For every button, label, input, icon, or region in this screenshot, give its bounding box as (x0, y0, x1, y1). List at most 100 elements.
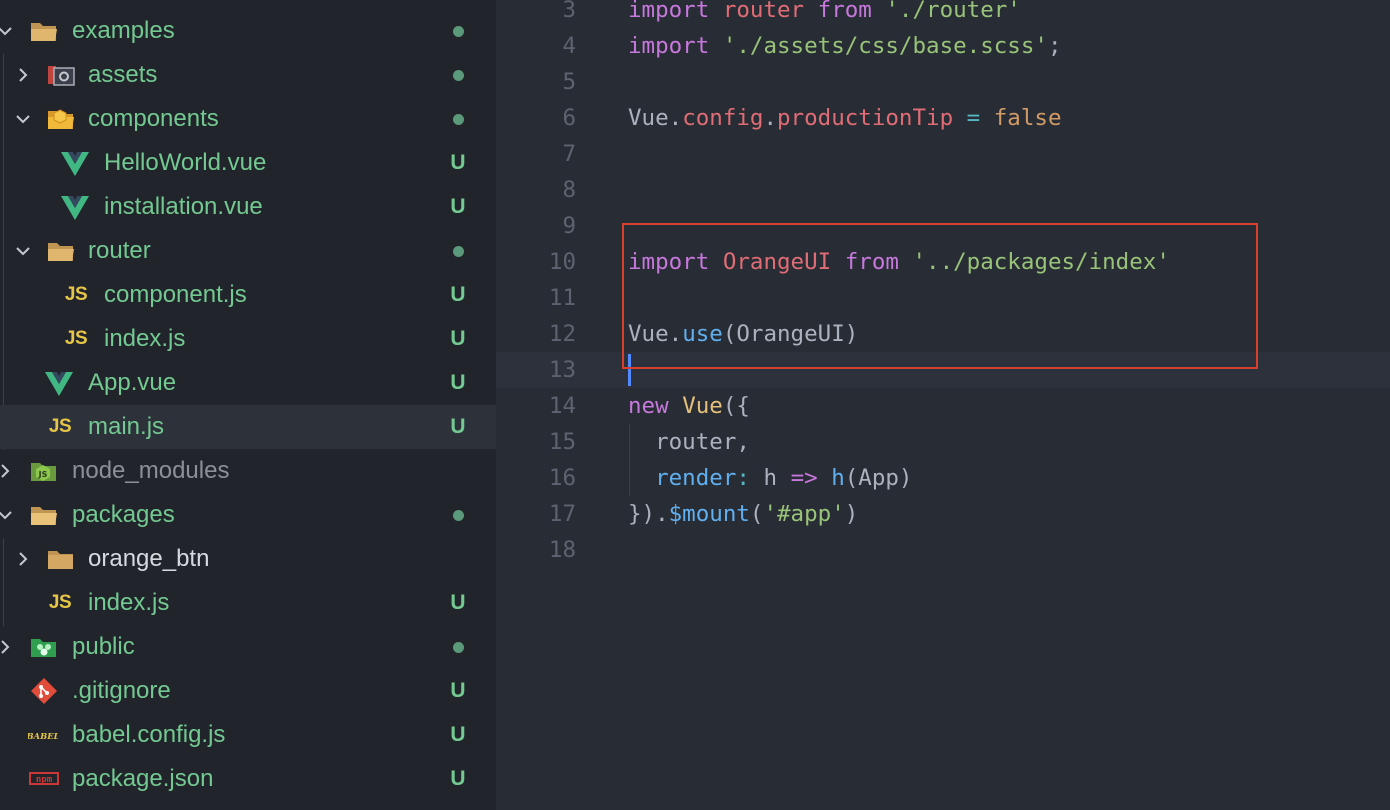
tree-file-main-js[interactable]: JS main.js U (0, 405, 496, 449)
code-text: }).$mount('#app') (628, 496, 858, 532)
tree-item-label: component.js (104, 281, 247, 308)
code-token: import (628, 0, 723, 23)
tree-folder-orange-btn[interactable]: orange_btn (0, 537, 496, 581)
code-token: import (628, 33, 723, 59)
code-token: './assets/css/base.scss' (722, 33, 1048, 59)
tree-folder-components[interactable]: components (0, 97, 496, 141)
code-token: : (736, 465, 764, 491)
code-token: from (817, 0, 886, 23)
tree-item-label: installation.vue (104, 193, 263, 220)
line-number: 12 (548, 321, 576, 347)
code-line[interactable]: 6 Vue.config.productionTip = false (496, 100, 1390, 136)
tree-file-package-json[interactable]: npm package.json U (0, 757, 496, 801)
code-line[interactable]: 8 (496, 172, 1390, 208)
line-number: 11 (548, 285, 576, 311)
tree-item-label: index.js (88, 589, 170, 616)
tree-file-gitignore[interactable]: .gitignore U (0, 669, 496, 713)
code-token: => (790, 465, 832, 491)
tree-file-helloworld-vue[interactable]: HelloWorld.vue U (0, 141, 496, 185)
tree-item-label: babel.config.js (72, 721, 226, 748)
code-text: new Vue({ (628, 388, 750, 424)
tree-folder-assets[interactable]: assets (0, 53, 496, 97)
untracked-badge: U (450, 151, 466, 174)
vue-icon (60, 148, 90, 178)
code-text: render: h => h(App) (628, 460, 912, 496)
tree-file-index-js[interactable]: JS index.js U (0, 317, 496, 361)
chevron-down-icon (0, 506, 14, 524)
line-number: 16 (548, 465, 576, 491)
javascript-icon: JS (48, 592, 72, 613)
file-explorer: examples assets components HelloWorld.vu… (0, 0, 496, 810)
modified-indicator (448, 9, 468, 53)
git-icon (29, 676, 59, 706)
tree-folder-node-modules[interactable]: JS node_modules (0, 449, 496, 493)
tree-file-installation-vue[interactable]: installation.vue U (0, 185, 496, 229)
tree-item-label: orange_btn (88, 545, 210, 572)
code-line[interactable]: 14 new Vue({ (496, 388, 1390, 424)
code-text: Vue.config.productionTip = false (628, 100, 1062, 136)
code-line[interactable]: 17 }).$mount('#app') (496, 496, 1390, 532)
code-token: config (682, 105, 764, 131)
code-token: . (763, 105, 778, 131)
annotation-highlight-box (622, 223, 1258, 369)
code-text: import router from './router' (628, 0, 1021, 28)
tree-item-label: packages (72, 501, 175, 528)
tree-file-babel-config-js[interactable]: BABEL babel.config.js U (0, 713, 496, 757)
code-token: h (831, 465, 845, 491)
code-token: = (966, 105, 994, 131)
line-number: 4 (562, 33, 576, 59)
chevron-down-icon (0, 22, 14, 40)
code-line[interactable]: 16 render: h => h(App) (496, 460, 1390, 496)
tree-item-label: App.vue (88, 369, 177, 396)
javascript-icon: JS (64, 328, 88, 349)
tree-folder-router[interactable]: router (0, 229, 496, 273)
line-number: 9 (562, 213, 576, 239)
untracked-badge: U (450, 767, 466, 790)
folder-open-icon (29, 16, 59, 46)
folder-components-icon (46, 104, 76, 134)
code-line[interactable]: 18 (496, 532, 1390, 568)
tree-file-packages-index-js[interactable]: JS index.js U (0, 581, 496, 625)
code-token: }). (628, 501, 669, 527)
tree-item-label: node_modules (72, 457, 230, 484)
code-token: ; (1047, 33, 1062, 59)
code-line[interactable]: 7 (496, 136, 1390, 172)
code-line[interactable]: 4 import './assets/css/base.scss'; (496, 28, 1390, 64)
svg-text:BABEL: BABEL (28, 731, 58, 741)
tree-item-label: examples (72, 17, 175, 44)
tree-item-label: .gitignore (72, 677, 171, 704)
chevron-right-icon (14, 66, 32, 84)
chevron-right-icon (0, 638, 14, 656)
vue-icon (44, 368, 74, 398)
untracked-badge: U (450, 679, 466, 702)
tree-folder-public[interactable]: public (0, 625, 496, 669)
modified-indicator (448, 625, 468, 669)
code-line[interactable]: 15 router, (496, 424, 1390, 460)
code-token: ( (749, 501, 764, 527)
code-editor[interactable]: 3 import router from './router' 4 import '.… (496, 0, 1390, 810)
line-number: 7 (562, 141, 576, 167)
tree-folder-examples[interactable]: examples (0, 9, 496, 53)
code-line[interactable]: 3 import router from './router' (496, 0, 1390, 28)
tree-folder-packages[interactable]: packages (0, 493, 496, 537)
code-line[interactable]: 5 (496, 64, 1390, 100)
svg-text:JS: JS (38, 470, 48, 479)
code-token: ) (844, 501, 859, 527)
folder-open-icon (46, 236, 76, 266)
line-number: 17 (548, 501, 576, 527)
tree-file-app-vue[interactable]: App.vue U (0, 361, 496, 405)
untracked-badge: U (450, 371, 466, 394)
modified-indicator (448, 229, 468, 273)
modified-indicator (448, 97, 468, 141)
vue-icon (60, 192, 90, 222)
chevron-right-icon (0, 462, 14, 480)
code-token: render (655, 465, 737, 491)
tree-file-component-js[interactable]: JS component.js U (0, 273, 496, 317)
tree-item-label: index.js (104, 325, 186, 352)
chevron-down-icon (14, 110, 32, 128)
tree-item-label: public (72, 633, 135, 660)
code-token: Vue. (628, 105, 683, 131)
untracked-badge: U (450, 327, 466, 350)
code-token: router, (628, 429, 750, 455)
